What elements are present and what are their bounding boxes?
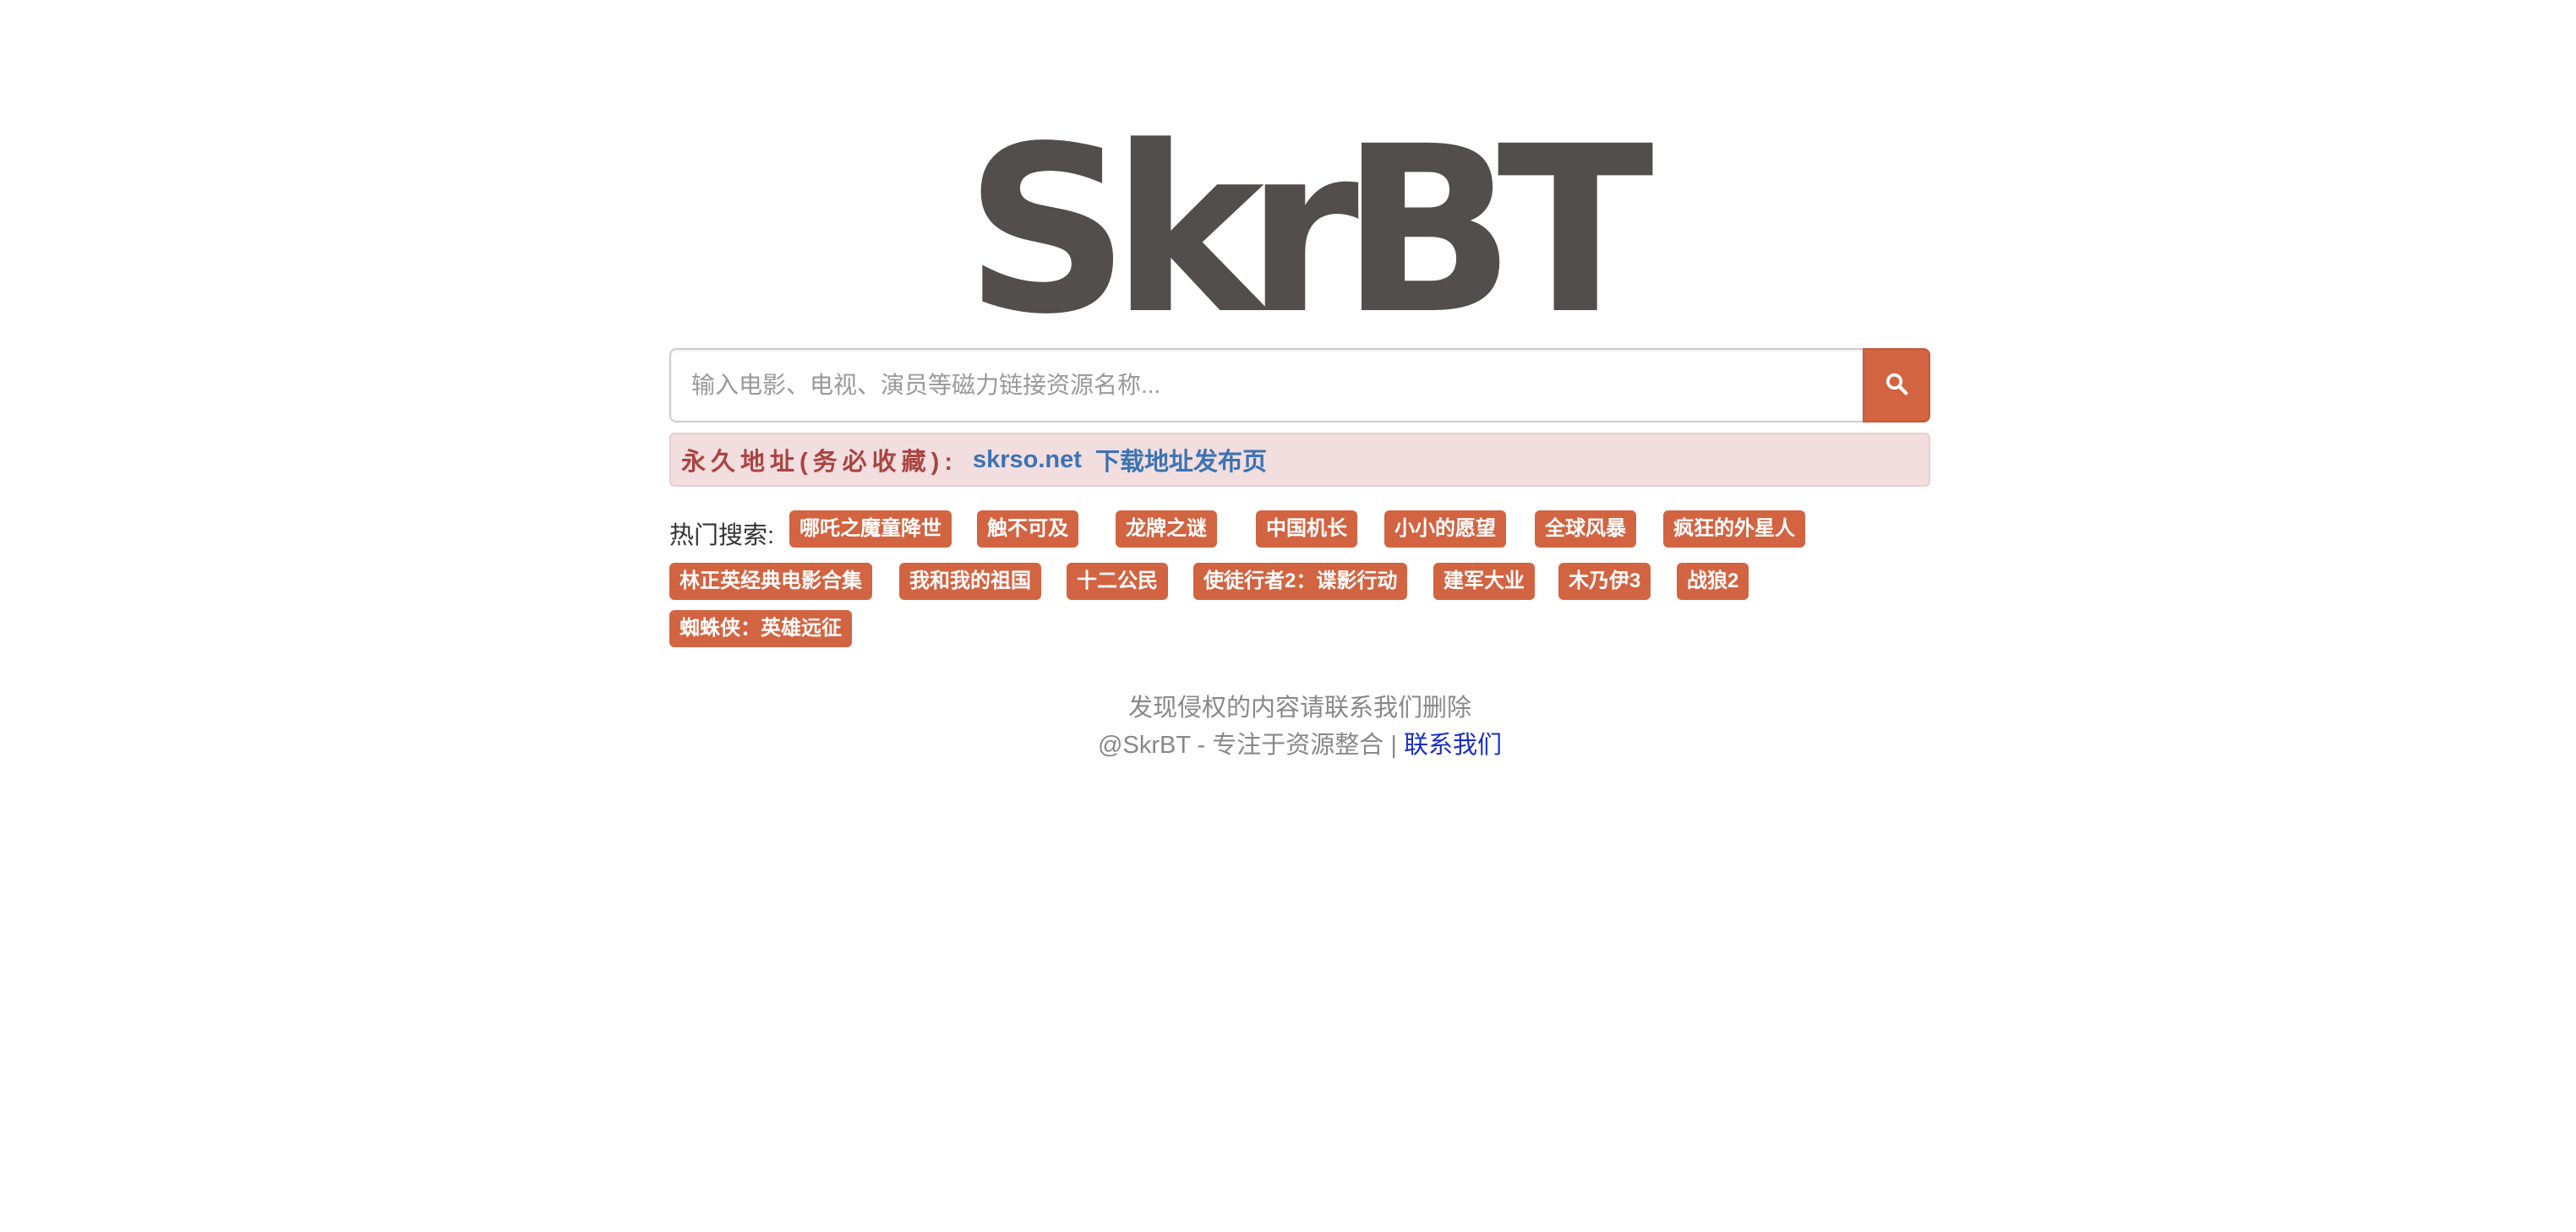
footer: 发现侵权的内容请联系我们删除 @SkrBT - 专注于资源整合 | 联系我们 <box>669 690 1930 764</box>
search-button[interactable] <box>1863 348 1930 422</box>
permanent-address-notice: 永久地址(务必收藏): skrso.net 下载地址发布页 <box>669 433 1930 487</box>
hot-tag[interactable]: 龙牌之谜 <box>1116 510 1217 548</box>
hot-tag[interactable]: 哪吒之魔童降世 <box>789 510 952 548</box>
search-icon <box>1884 371 1909 401</box>
hot-tag[interactable]: 使徒行者2：谍影行动 <box>1193 563 1408 600</box>
hot-tag[interactable]: 战狼2 <box>1677 563 1749 600</box>
hot-tag[interactable]: 小小的愿望 <box>1384 510 1506 548</box>
hot-tag[interactable]: 触不可及 <box>977 510 1078 548</box>
hot-tag[interactable]: 蜘蛛侠：英雄远征 <box>669 610 852 647</box>
footer-credits: @SkrBT - 专注于资源整合 | 联系我们 <box>669 727 1930 764</box>
hot-tag[interactable]: 全球风暴 <box>1535 510 1636 548</box>
hot-tag[interactable]: 中国机长 <box>1256 510 1357 548</box>
hot-tag[interactable]: 建军大业 <box>1433 563 1535 600</box>
footer-tagline: @SkrBT - 专注于资源整合 | <box>1098 732 1404 759</box>
search-input[interactable] <box>669 348 1863 422</box>
permanent-domain-link[interactable]: skrso.net <box>973 446 1082 474</box>
hot-tag[interactable]: 我和我的祖国 <box>899 563 1041 600</box>
site-logo[interactable]: SkrBT <box>669 117 1930 346</box>
hot-tag[interactable]: 十二公民 <box>1067 563 1168 600</box>
notice-label: 永久地址(务必收藏): <box>681 449 958 476</box>
hot-tag[interactable]: 疯狂的外星人 <box>1663 510 1805 548</box>
footer-copyright-notice: 发现侵权的内容请联系我们删除 <box>1127 695 1471 722</box>
search-bar <box>669 348 1930 422</box>
contact-us-link[interactable]: 联系我们 <box>1404 732 1502 759</box>
download-address-page-link[interactable]: 下载地址发布页 <box>1095 442 1267 477</box>
hot-tag[interactable]: 林正英经典电影合集 <box>669 563 872 600</box>
hot-searches-title: 热门搜索: <box>669 522 775 549</box>
hot-tag[interactable]: 木乃伊3 <box>1558 563 1651 600</box>
